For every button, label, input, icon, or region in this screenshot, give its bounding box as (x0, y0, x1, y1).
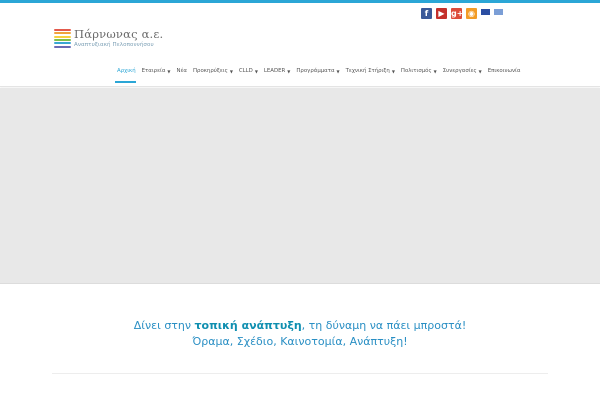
tagline-line-1: Δίνει στην τοπική ανάπτυξη, τη δύναμη να… (0, 318, 600, 334)
logo-stripe (54, 35, 71, 38)
nav-item-8[interactable]: Πολιτισμός ▼ (401, 68, 437, 74)
section-divider (52, 373, 548, 374)
nav-item-2[interactable]: Νέα (176, 68, 187, 74)
logo-text: Πάρνωνας α.ε. Αναπτυξιακή Πελοποννήσου (74, 28, 163, 49)
caret-down-icon: ▼ (391, 68, 395, 74)
nav-item-1[interactable]: Εταιρεία ▼ (142, 68, 171, 74)
nav-item-label: Τεχνική Στήριξη (345, 68, 390, 74)
tagline-before: Δίνει στην (133, 319, 195, 332)
logo-stripe (54, 29, 71, 31)
nav-item-10[interactable]: Επικοινωνία (488, 68, 521, 74)
nav-item-6[interactable]: Προγράμματα ▼ (296, 68, 339, 74)
nav-item-label: Προκηρύξεις (192, 68, 228, 74)
caret-down-icon: ▼ (478, 68, 482, 74)
nav-item-label: Εταιρεία (141, 68, 166, 74)
youtube-icon[interactable]: ▶ (436, 8, 447, 19)
nav-active-indicator (115, 81, 136, 83)
nav-item-label: CLLD (238, 68, 253, 74)
rss-icon[interactable]: ◉ (466, 8, 477, 19)
tagline-after: , τη δύναμη να πάει μπροστά! (301, 319, 467, 332)
nav-item-4[interactable]: CLLD ▼ (239, 68, 258, 74)
logo-stripe (54, 38, 71, 41)
nav-item-label: Συνεργασίες (442, 68, 477, 74)
nav-item-label: Πολιτισμός (400, 68, 432, 74)
tagline-line-2: Όραμα, Σχέδιο, Καινοτομία, Ανάπτυξη! (192, 335, 408, 348)
nav-item-label: Αρχική (117, 68, 136, 74)
tagline-highlight: τοπική ανάπτυξη (194, 319, 302, 332)
logo-subtitle: Αναπτυξιακή Πελοποννήσου (74, 42, 154, 48)
caret-down-icon: ▼ (167, 68, 171, 74)
nav-item-3[interactable]: Προκηρύξεις ▼ (193, 68, 233, 74)
social-links: f ▶ g+ ◉ (421, 8, 507, 20)
nav-item-label: Επικοινωνία (487, 68, 521, 74)
hero-slider (0, 88, 600, 284)
caret-down-icon: ▼ (229, 68, 233, 74)
nav-item-0[interactable]: Αρχική (117, 68, 136, 74)
caret-down-icon: ▼ (287, 68, 291, 74)
site-logo[interactable]: Πάρνωνας α.ε. Αναπτυξιακή Πελοποννήσου (54, 28, 163, 52)
flag-english-icon[interactable] (481, 9, 490, 15)
main-nav: Αρχική Εταιρεία ▼ Νέα Προκηρύξεις ▼ CLLD ▼ LEADE… (117, 66, 526, 76)
logo-title: Πάρνωνας α.ε. (74, 27, 164, 41)
logo-stripe (54, 42, 71, 45)
flag-greek-icon[interactable] (494, 9, 503, 15)
nav-item-label: LEADER (263, 68, 286, 74)
nav-item-7[interactable]: Τεχνική Στήριξη ▼ (346, 68, 395, 74)
caret-down-icon: ▼ (254, 68, 258, 74)
logo-stripes-icon (54, 29, 71, 49)
nav-item-5[interactable]: LEADER ▼ (264, 68, 290, 74)
nav-item-9[interactable]: Συνεργασίες ▼ (443, 68, 482, 74)
google-plus-icon[interactable]: g+ (451, 8, 463, 19)
caret-down-icon: ▼ (433, 68, 437, 74)
nav-item-label: Προγράμματα (296, 68, 335, 74)
nav-item-label: Νέα (176, 68, 187, 74)
logo-stripe (54, 32, 71, 35)
logo-stripe (54, 45, 71, 48)
facebook-icon[interactable]: f (421, 8, 432, 19)
caret-down-icon: ▼ (336, 68, 340, 74)
